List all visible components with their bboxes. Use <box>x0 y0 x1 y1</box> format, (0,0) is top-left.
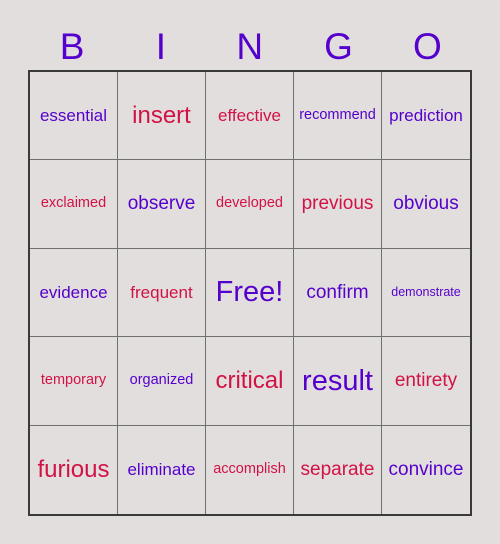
bingo-cell-label: convince <box>388 458 464 480</box>
bingo-cell[interactable]: confirm <box>294 248 382 338</box>
bingo-cell[interactable]: developed <box>206 160 294 249</box>
bingo-cell[interactable]: convince <box>382 426 470 514</box>
bingo-cell[interactable]: accomplish <box>206 425 294 514</box>
bingo-header-letter-n: N <box>236 25 264 67</box>
bingo-cell[interactable]: observe <box>118 160 206 249</box>
bingo-cell[interactable]: result <box>294 337 382 426</box>
bingo-cell-label: frequent <box>130 282 193 302</box>
bingo-cell[interactable]: frequent <box>118 248 206 338</box>
bingo-cell-label: result <box>302 364 373 397</box>
bingo-header-letter-g: G <box>324 25 354 67</box>
bingo-cell[interactable]: obvious <box>382 160 470 249</box>
bingo-cell-label: obvious <box>393 193 459 215</box>
bingo-cell-label: exclaimed <box>40 195 107 212</box>
bingo-cell-label: Free! <box>215 276 284 309</box>
bingo-cell[interactable]: insert <box>118 72 206 161</box>
bingo-cell-label: effective <box>217 105 281 125</box>
bingo-free-space[interactable]: Free! <box>206 248 294 338</box>
bingo-cell-label: furious <box>37 456 110 484</box>
bingo-cell[interactable]: furious <box>30 425 118 514</box>
bingo-grid: essential insert effective recommend predict… <box>28 70 472 516</box>
bingo-cell-label: eliminate <box>127 459 196 479</box>
bingo-cell-label: essential <box>39 105 108 125</box>
bingo-cell[interactable]: essential <box>30 72 118 161</box>
bingo-cell-label: observe <box>127 193 196 215</box>
bingo-cell-label: previous <box>301 193 374 215</box>
bingo-cell-label: demonstrate <box>391 284 461 299</box>
bingo-header-letter-b: B <box>59 25 85 67</box>
bingo-card: B I N G O essential insert effective recomm… <box>0 0 500 544</box>
bingo-cell-label: critical <box>215 367 284 395</box>
bingo-cell-label: organized <box>129 372 194 389</box>
bingo-cell-label: temporary <box>40 372 107 389</box>
bingo-cell-label: confirm <box>306 281 369 303</box>
bingo-cell-label: developed <box>216 195 283 212</box>
bingo-header-letter-o: O <box>412 25 443 67</box>
bingo-header: B I N G O <box>28 22 472 70</box>
bingo-cell[interactable]: prediction <box>382 72 470 161</box>
bingo-cell[interactable]: previous <box>294 160 382 249</box>
bingo-header-letter-i: I <box>155 25 167 67</box>
bingo-cell-label: entirety <box>394 369 458 391</box>
bingo-cell[interactable]: entirety <box>382 337 470 426</box>
bingo-cell-label: insert <box>132 102 191 130</box>
bingo-cell[interactable]: demonstrate <box>382 249 470 338</box>
bingo-cell-label: recommend <box>299 107 376 124</box>
bingo-cell-label: prediction <box>389 105 463 125</box>
bingo-cell[interactable]: recommend <box>294 72 382 161</box>
bingo-cell[interactable]: eliminate <box>118 425 206 514</box>
bingo-cell[interactable]: organized <box>118 337 206 426</box>
bingo-cell[interactable]: critical <box>206 337 294 426</box>
bingo-cell-label: separate <box>300 458 375 480</box>
bingo-cell[interactable]: separate <box>294 425 382 514</box>
bingo-cell[interactable]: effective <box>206 72 294 161</box>
bingo-cell[interactable]: temporary <box>30 337 118 426</box>
bingo-cell[interactable]: exclaimed <box>30 160 118 249</box>
bingo-cell[interactable]: evidence <box>30 248 118 338</box>
bingo-cell-label: accomplish <box>213 461 286 478</box>
bingo-cell-label: evidence <box>39 282 108 302</box>
